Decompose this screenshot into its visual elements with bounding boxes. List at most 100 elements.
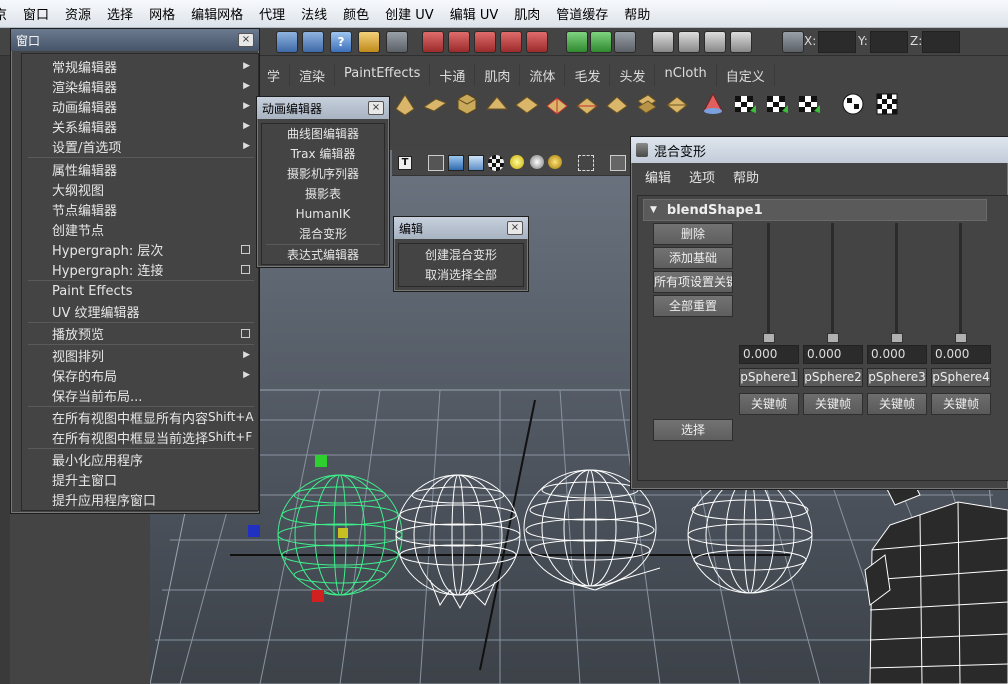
menu-row-outliner[interactable]: 大纲视图 [22,179,258,199]
blend-menu-edit[interactable]: 编辑 [645,167,671,186]
menu-row-settings-preferences[interactable]: 设置/首选项 ▶ [22,136,258,156]
wireframe-shading-icon[interactable] [428,155,444,171]
menu-item-0[interactable]: 京 [0,4,7,23]
vertex-mode-icon[interactable] [276,31,298,53]
menu-row-attribute-editor[interactable]: 属性编辑器 [22,159,258,179]
key-button[interactable]: 关键帧 [739,393,799,415]
menu-row-saved-layouts[interactable]: 保存的布局 ▶ [22,365,258,385]
key-button[interactable]: 关键帧 [931,393,991,415]
bevel-icon[interactable] [604,91,630,117]
menu-row-frame-all-in-all-views[interactable]: 在所有视图中框显所有内容 Shift+A [22,407,258,427]
menu-row-rendering-editors[interactable]: 渲染编辑器 ▶ [22,76,258,96]
move-manip-z-handle[interactable] [248,525,260,537]
uv-checker-icon-2[interactable] [764,91,790,117]
edit-menu-titlebar[interactable]: 编辑 × [394,217,528,239]
key-button[interactable]: 关键帧 [867,393,927,415]
menu-row-create-blend-shape[interactable]: 创建混合变形 [399,245,523,265]
blend-menu-options[interactable]: 选项 [689,167,715,186]
menu-row-minimize-application[interactable]: 最小化应用程序 [22,449,258,469]
isolate-select-icon[interactable] [578,155,594,171]
menu-row-relationship-editors[interactable]: 关系编辑器 ▶ [22,116,258,136]
shelf-tab-toon[interactable]: 卡通 [430,64,476,86]
target-name-field[interactable]: pSphere4 [931,368,991,387]
menu-row-trax-editor[interactable]: Trax 编辑器 [262,144,384,164]
extrude-icon[interactable] [574,91,600,117]
prism-tool-icon[interactable] [484,91,510,117]
snap-curve-icon[interactable] [448,31,470,53]
weight-slider-track[interactable] [895,223,898,341]
menu-row-general-editors[interactable]: 常规编辑器 ▶ [22,56,258,76]
target-name-field[interactable]: pSphere1 [739,368,799,387]
render-view-icon[interactable] [652,31,674,53]
menu-row-node-editor[interactable]: 节点编辑器 [22,199,258,219]
menu-row-create-node[interactable]: 创建节点 [22,219,258,239]
menu-proxy[interactable]: 代理 [259,4,285,23]
menu-row-raise-application-windows[interactable]: 提升应用程序窗口 [22,489,258,509]
polygon-tool-icon[interactable] [392,91,418,117]
window-menu-close-button[interactable]: × [238,33,254,47]
blend-node-header[interactable]: ▼ blendShape1 [643,199,987,221]
shelf-tab-rendering[interactable]: 渲染 [290,64,336,86]
option-box-icon[interactable] [241,244,250,254]
shelf-tab-0[interactable]: 学 [258,64,291,86]
y-field[interactable] [870,31,908,53]
menu-create-uv[interactable]: 创建 UV [385,4,434,23]
select-highlight-icon[interactable] [386,31,408,53]
weight-slider-handle[interactable] [955,333,967,343]
weight-field[interactable]: 0.000 [867,345,927,364]
menu-muscle[interactable]: 肌肉 [514,4,540,23]
smooth-shading-icon[interactable] [448,155,464,171]
weight-slider-handle[interactable] [827,333,839,343]
split-poly-icon[interactable] [544,91,570,117]
weight-field[interactable]: 0.000 [739,345,799,364]
snap-plane-icon[interactable] [500,31,522,53]
weight-field[interactable]: 0.000 [803,345,863,364]
z-field[interactable] [922,31,960,53]
render-settings-icon[interactable] [730,31,752,53]
render-frame-icon[interactable] [678,31,700,53]
menu-row-hypergraph-hierarchy[interactable]: Hypergraph: 层次 [22,239,258,259]
animation-editors-titlebar[interactable]: 动画编辑器 × [257,97,389,119]
wireframe-on-shaded-icon[interactable] [468,155,484,171]
reset-all-button[interactable]: 全部重置 [653,295,733,317]
snap-point-icon[interactable] [474,31,496,53]
weight-slider-handle[interactable] [891,333,903,343]
transform-mode-icon[interactable] [782,31,804,53]
move-manip-center-handle[interactable] [338,528,348,538]
shadows-icon[interactable] [548,155,562,169]
magnet-icon[interactable] [526,31,548,53]
uv-checker-icon-3[interactable] [796,91,822,117]
menu-row-paint-effects[interactable]: Paint Effects [22,281,258,301]
ipr-render-icon[interactable] [704,31,726,53]
shelf-tab-hair[interactable]: 头发 [610,64,656,86]
menu-row-camera-sequencer[interactable]: 摄影机序列器 [262,164,384,184]
grid-plane-icon[interactable] [514,91,540,117]
shelf-tab-muscle[interactable]: 肌肉 [475,64,521,86]
shelf-tab-fur[interactable]: 毛发 [565,64,611,86]
blend-menu-help[interactable]: 帮助 [733,167,759,186]
texture-checker-icon[interactable] [488,155,504,171]
shelf-tab-custom[interactable]: 自定义 [717,64,775,86]
menu-row-graph-editor[interactable]: 曲线图编辑器 [262,124,384,144]
edit-menu-close-button[interactable]: × [507,221,523,235]
cube-tool-icon[interactable] [454,91,480,117]
lighting-icon[interactable] [510,155,524,169]
edge-mode-icon[interactable] [302,31,324,53]
menu-normals[interactable]: 法线 [301,4,327,23]
weight-slider-track[interactable] [959,223,962,341]
menu-help[interactable]: 帮助 [624,4,650,23]
wire-box-object[interactable] [864,474,1008,684]
move-manip-x-handle[interactable] [312,590,324,602]
xray-icon[interactable] [610,155,626,171]
bridge-icon[interactable] [634,91,660,117]
add-base-button[interactable]: 添加基础 [653,247,733,269]
default-light-icon[interactable] [530,155,544,169]
menu-row-view-arrangement[interactable]: 视图排列 ▶ [22,345,258,365]
menu-assets[interactable]: 资源 [65,4,91,23]
menu-row-uv-texture-editor[interactable]: UV 纹理编辑器 [22,301,258,321]
blend-shape-titlebar[interactable]: 混合变形 [631,137,1008,163]
shelf-tab-painteffects[interactable]: PaintEffects [335,64,431,86]
select-button[interactable]: 选择 [653,419,733,441]
menu-color[interactable]: 颜色 [343,4,369,23]
menu-row-hypergraph-connections[interactable]: Hypergraph: 连接 [22,259,258,279]
